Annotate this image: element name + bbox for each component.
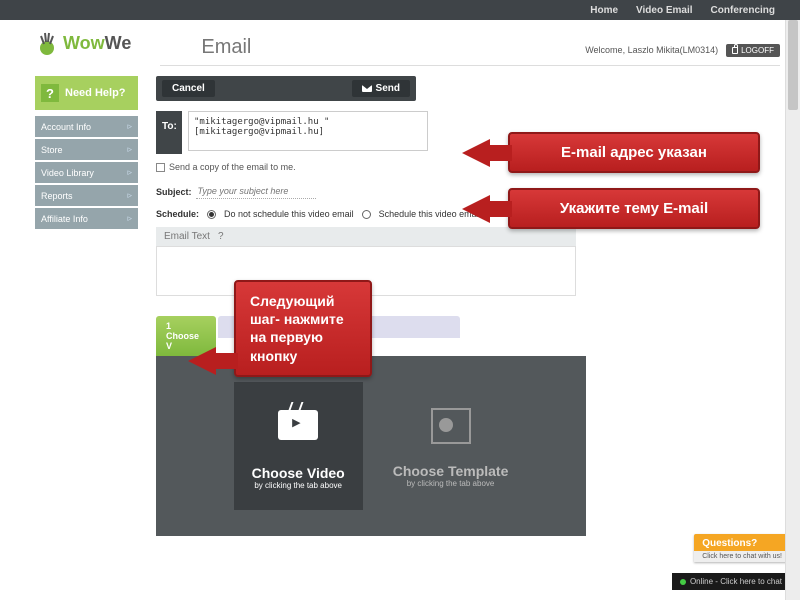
choose-template-sub: by clicking the tab above — [393, 479, 509, 488]
chevron-right-icon: ▹ — [127, 121, 132, 132]
send-copy-label: Send a copy of the email to me. — [169, 162, 296, 172]
email-text-tabbar: Email Text ? — [156, 227, 576, 246]
sidebar-item-account[interactable]: Account Info▹ — [35, 116, 138, 137]
top-nav: Home Video Email Conferencing — [0, 0, 800, 20]
questions-widget-sub: Click here to chat with us! — [694, 551, 790, 562]
nav-home[interactable]: Home — [590, 5, 618, 16]
choose-video-title: Choose Video — [252, 465, 345, 481]
checkbox-icon[interactable] — [156, 163, 165, 172]
tv-icon — [273, 410, 323, 455]
callout-subject: Укажите тему E-mail — [508, 188, 760, 229]
need-help-box[interactable]: ? Need Help? — [35, 76, 138, 110]
chevron-right-icon: ▹ — [127, 167, 132, 178]
to-input[interactable]: "mikitagergo@vipmail.hu "[mikitagergo@vi… — [188, 111, 428, 151]
online-dot-icon — [680, 579, 686, 585]
callout-next-step: Следующий шаг- нажмите на первую кнопку — [234, 280, 372, 377]
logo-text: WowWe — [63, 33, 131, 54]
chevron-right-icon: ▹ — [127, 144, 132, 155]
schedule-radio-yes[interactable] — [362, 210, 371, 219]
logoff-button[interactable]: LOGOFF — [726, 44, 780, 57]
logo[interactable]: WowWe — [35, 30, 131, 58]
template-icon — [426, 408, 476, 453]
choose-template-title: Choose Template — [393, 463, 509, 479]
header-row: WowWe Email Welcome, Laszlo Mikita(LM031… — [0, 20, 800, 59]
arrow-left-icon — [188, 347, 216, 375]
subject-label: Subject: — [156, 187, 192, 197]
sidebar-item-reports[interactable]: Reports▹ — [35, 185, 138, 206]
page-title: Email — [201, 36, 251, 59]
arrow-left-icon — [462, 195, 490, 223]
need-help-label: Need Help? — [65, 87, 126, 99]
scrollbar-thumb[interactable] — [788, 20, 798, 110]
choose-template-card[interactable]: Choose Template by clicking the tab abov… — [393, 404, 509, 488]
arrow-left-icon — [462, 139, 490, 167]
choose-video-card[interactable]: Choose Video by clicking the tab above — [234, 382, 363, 510]
cancel-button[interactable]: Cancel — [162, 80, 215, 97]
choose-area: Choose Video by clicking the tab above C… — [156, 356, 586, 536]
to-label: To: — [156, 111, 182, 154]
chevron-right-icon: ▹ — [127, 213, 132, 224]
chevron-right-icon: ▹ — [127, 190, 132, 201]
chat-widget[interactable]: Online - Click here to chat — [672, 573, 790, 590]
subject-input[interactable] — [196, 184, 316, 199]
questions-widget[interactable]: Questions? Click here to chat with us! — [694, 534, 790, 562]
sidebar-item-affiliate[interactable]: Affiliate Info▹ — [35, 208, 138, 229]
lock-icon — [732, 47, 738, 54]
help-question-icon: ? — [41, 84, 59, 102]
welcome-text: Welcome, Laszlo Mikita(LM0314) LOGOFF — [585, 44, 780, 57]
action-bar: Cancel Send — [156, 76, 416, 101]
email-text-help-icon[interactable]: ? — [218, 231, 224, 242]
schedule-radio-no[interactable] — [207, 210, 216, 219]
callout-email-address: E-mail адрес указан — [508, 132, 760, 173]
send-button[interactable]: Send — [352, 80, 410, 97]
schedule-opt1-label: Do not schedule this video email — [224, 209, 354, 219]
logo-icon — [35, 30, 59, 58]
header-divider — [160, 65, 780, 66]
nav-conferencing[interactable]: Conferencing — [711, 5, 775, 16]
envelope-icon — [362, 85, 372, 92]
email-text-tab[interactable]: Email Text — [164, 231, 210, 242]
nav-video-email[interactable]: Video Email — [636, 5, 693, 16]
sidebar-item-store[interactable]: Store▹ — [35, 139, 138, 160]
schedule-label: Schedule: — [156, 209, 199, 219]
choose-video-sub: by clicking the tab above — [252, 481, 345, 490]
vertical-scrollbar[interactable] — [785, 20, 800, 600]
sidebar: ? Need Help? Account Info▹ Store▹ Video … — [35, 76, 138, 536]
sidebar-item-video-library[interactable]: Video Library▹ — [35, 162, 138, 183]
